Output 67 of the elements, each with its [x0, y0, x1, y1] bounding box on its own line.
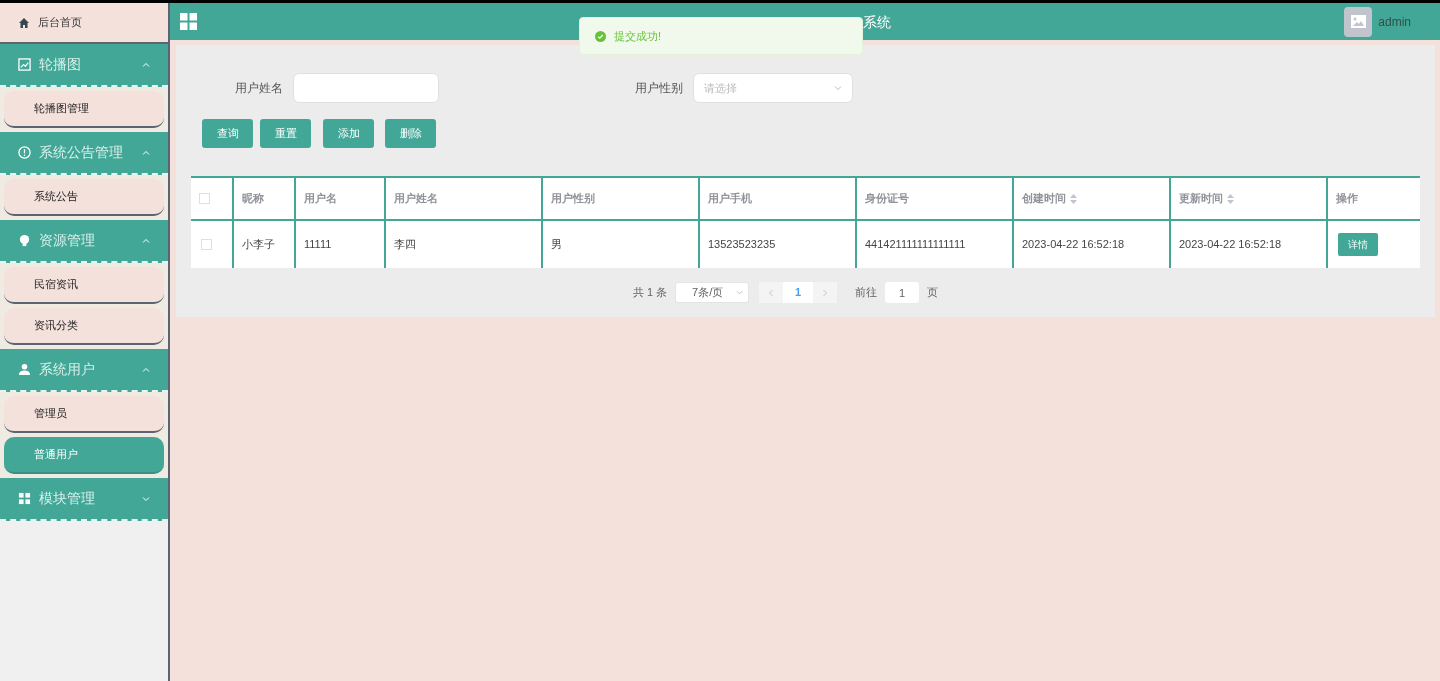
menu-group[interactable]: 系统用户 [0, 349, 168, 392]
column-header: 用户手机 [708, 191, 752, 207]
table-cell: 2023-04-22 16:52:18 [1012, 221, 1169, 268]
goto-label: 前往 [855, 285, 878, 301]
submenu-item[interactable]: 资讯分类 [4, 308, 164, 345]
chevron-left-icon [768, 288, 775, 297]
page-button[interactable]: 1 [783, 282, 814, 303]
input-field[interactable] [293, 73, 439, 103]
action-button[interactable]: 查询 [202, 119, 253, 148]
table-cell: 13523523235 [698, 221, 855, 268]
submenu-item[interactable]: 轮播图管理 [4, 91, 164, 128]
chevron-down-icon [834, 84, 842, 92]
detail-button[interactable]: 详情 [1338, 233, 1378, 256]
filter-label: 用户性别 [635, 80, 683, 97]
table-cell: 11111 [294, 221, 384, 268]
menu-group[interactable]: 模块管理 [0, 478, 168, 521]
table-cell: 2023-04-22 16:52:18 [1169, 221, 1326, 268]
column-header: 用户名 [304, 191, 337, 207]
action-button[interactable]: 删除 [385, 119, 436, 148]
filter-label: 用户姓名 [235, 80, 283, 97]
sidebar-item[interactable]: 后台首页 [0, 3, 168, 44]
column-header: 身份证号 [865, 191, 909, 207]
row-checkbox[interactable] [201, 239, 212, 250]
lightbulb-icon [18, 234, 31, 247]
table-cell: 男 [541, 221, 698, 268]
column-header[interactable]: 创建时间 [1022, 190, 1066, 207]
menu-group[interactable]: 系统公告管理 [0, 132, 168, 175]
previous-page-button[interactable] [759, 282, 784, 303]
submenu-item[interactable]: 管理员 [4, 396, 164, 433]
submenu-item[interactable]: 系统公告 [4, 179, 164, 216]
toast-message: 提交成功! [614, 28, 662, 44]
chevron-down-icon [736, 289, 744, 296]
grid-icon [18, 492, 31, 505]
table-cell: 441421111111111111 [855, 221, 1012, 268]
action-button[interactable]: 添加 [323, 119, 374, 148]
select-field[interactable]: 请选择 [693, 73, 853, 103]
user-icon [18, 363, 31, 376]
table-cell: 小李子 [232, 221, 294, 268]
user-name[interactable]: admin [1378, 12, 1411, 31]
total-count: 共 1 条 [632, 285, 668, 301]
chevron-right-icon [822, 288, 829, 297]
next-page-button[interactable] [813, 282, 838, 303]
app-title: 系统 [863, 13, 891, 32]
page-input[interactable]: 1 [885, 282, 920, 303]
page-suffix: 页 [927, 285, 939, 301]
column-header: 用户性别 [551, 191, 595, 207]
column-header: 用户姓名 [394, 191, 438, 207]
menu-group[interactable]: 轮播图 [0, 44, 168, 87]
page-size-select[interactable]: 7条/页 [675, 282, 750, 303]
grid-menu-icon[interactable] [180, 13, 197, 30]
action-button[interactable]: 重置 [260, 119, 311, 148]
image-icon [18, 58, 31, 71]
column-header: 昵称 [242, 191, 264, 207]
column-header[interactable]: 更新时间 [1179, 190, 1223, 207]
sort-icon[interactable] [1070, 193, 1077, 204]
avatar[interactable] [1344, 6, 1373, 37]
info-icon [18, 146, 31, 159]
menu-group[interactable]: 资源管理 [0, 220, 168, 263]
home-icon [18, 16, 30, 29]
column-header: 操作 [1336, 191, 1358, 207]
success-icon [595, 30, 606, 42]
select-all-checkbox[interactable] [199, 193, 210, 204]
submenu-item[interactable]: 普通用户 [4, 437, 164, 474]
table-cell: 李四 [384, 221, 541, 268]
sort-icon[interactable] [1227, 193, 1234, 204]
submenu-item[interactable]: 民宿资讯 [4, 267, 164, 304]
image-placeholder-icon [1350, 15, 1366, 28]
